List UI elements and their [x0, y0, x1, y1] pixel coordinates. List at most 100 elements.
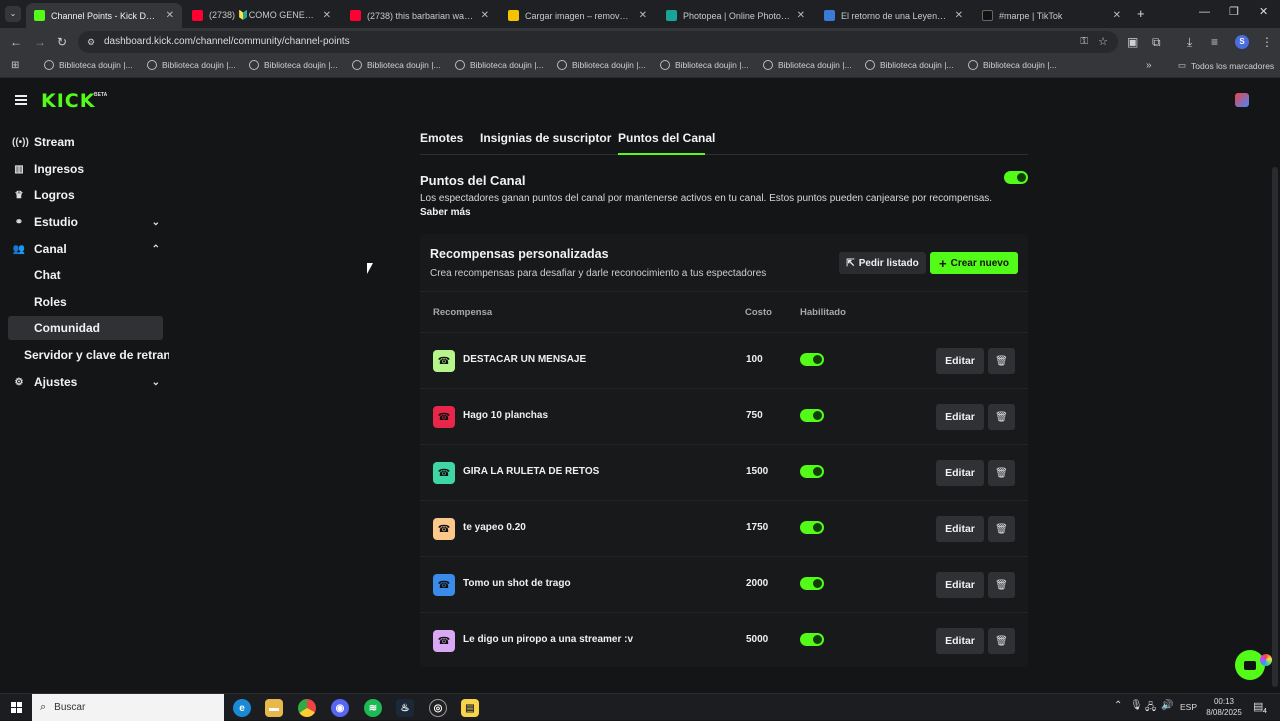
sidebar-sub-comunidad[interactable]: Comunidad [8, 316, 163, 340]
microphone-icon[interactable]: 🎙 [1130, 700, 1143, 711]
tab-groups-icon[interactable]: ▣ [1127, 35, 1138, 49]
browser-tab-kick[interactable]: Channel Points - Kick Dashboard ✕ [26, 3, 182, 28]
browser-tab-youtube-1[interactable]: (2738) 🔰COMO GENERAR EMI... ✕ [184, 3, 339, 28]
create-new-button[interactable]: + Crear nuevo [930, 252, 1018, 274]
channel-points-toggle[interactable] [1004, 171, 1028, 184]
close-tab-icon[interactable]: ✕ [955, 10, 963, 21]
edit-reward-button[interactable]: Editar [936, 404, 984, 430]
trash-icon[interactable]: 🗑 [988, 460, 1015, 486]
reward-enabled-toggle[interactable] [800, 465, 824, 478]
tab-puntos-del-canal[interactable]: Puntos del Canal [618, 131, 715, 145]
sidebar-sub-roles[interactable]: Roles [8, 290, 163, 314]
discord-icon[interactable]: ◉ [331, 699, 349, 717]
obs-icon[interactable]: ◎ [429, 699, 447, 717]
trash-icon[interactable]: 🗑 [988, 516, 1015, 542]
browser-tab-leyenda[interactable]: El retorno de una Leyenda Cap... ✕ [816, 3, 971, 28]
profile-avatar[interactable]: S [1235, 35, 1249, 49]
reload-icon[interactable]: ↻ [57, 35, 67, 49]
browser-tab-youtube-2[interactable]: (2738) this barbarian was trying... ✕ [342, 3, 497, 28]
bookmark-item[interactable]: Biblioteca doujin |... [455, 60, 544, 70]
sidebar-item-logros[interactable]: ♛ Logros [12, 183, 164, 207]
spotify-icon[interactable]: ≋ [364, 699, 382, 717]
trash-icon[interactable]: 🗑 [988, 348, 1015, 374]
steam-icon[interactable]: ♨ [396, 699, 414, 717]
bookmark-item[interactable]: Biblioteca doujin |... [865, 60, 954, 70]
back-icon[interactable]: ← [10, 35, 22, 49]
trash-icon[interactable]: 🗑 [988, 404, 1015, 430]
sidebar-item-ingresos[interactable]: ▥ Ingresos [12, 157, 164, 181]
notification-center-icon[interactable]: ▤ [1253, 700, 1263, 713]
tab-insignias[interactable]: Insignias de suscriptor [480, 131, 611, 145]
bookmark-item[interactable]: Biblioteca doujin |... [44, 60, 133, 70]
apps-grid-icon[interactable]: ⊞ [11, 60, 19, 71]
taskbar-search-input[interactable]: ⌕ Buscar [32, 694, 224, 721]
close-tab-icon[interactable]: ✕ [166, 10, 174, 21]
tab-emotes[interactable]: Emotes [420, 131, 463, 145]
edit-reward-button[interactable]: Editar [936, 460, 984, 486]
bookmark-star-icon[interactable]: ☆ [1098, 31, 1108, 53]
edit-reward-button[interactable]: Editar [936, 572, 984, 598]
hamburger-menu-icon[interactable] [15, 95, 27, 105]
trash-icon[interactable]: 🗑 [988, 572, 1015, 598]
taskbar-clock[interactable]: 00:13 8/08/2025 [1204, 696, 1244, 718]
tab-list-button[interactable]: ⌄ [5, 6, 21, 22]
minimize-window-icon[interactable]: — [1199, 6, 1210, 18]
kick-logo[interactable]: KICK [41, 90, 95, 112]
media-control-icon[interactable]: ≡ [1211, 35, 1218, 49]
bookmark-item[interactable]: Biblioteca doujin |... [660, 60, 749, 70]
browser-tab-tiktok[interactable]: #marpe | TikTok ✕ [974, 3, 1129, 28]
close-tab-icon[interactable]: ✕ [481, 10, 489, 21]
user-avatar[interactable] [1235, 93, 1249, 107]
extensions-icon[interactable]: ⧉ [1152, 35, 1161, 50]
bookmark-item[interactable]: Biblioteca doujin |... [968, 60, 1057, 70]
bookmark-item[interactable]: Biblioteca doujin |... [557, 60, 646, 70]
downloads-icon[interactable]: ⤓ [1187, 35, 1192, 50]
close-tab-icon[interactable]: ✕ [323, 10, 331, 21]
request-list-button[interactable]: ⇱ Pedir listado [839, 252, 926, 274]
close-tab-icon[interactable]: ✕ [797, 10, 805, 21]
reward-enabled-toggle[interactable] [800, 577, 824, 590]
more-bookmarks-icon[interactable]: » [1146, 60, 1152, 71]
reward-enabled-toggle[interactable] [800, 633, 824, 646]
sidebar-item-canal[interactable]: 👥 Canal ⌃ [12, 237, 164, 261]
trash-icon[interactable]: 🗑 [988, 628, 1015, 654]
edge-icon[interactable]: e [233, 699, 251, 717]
bookmark-item[interactable]: Biblioteca doujin |... [249, 60, 338, 70]
sticky-notes-icon[interactable]: ▤ [461, 699, 479, 717]
edit-reward-button[interactable]: Editar [936, 516, 984, 542]
file-explorer-icon[interactable]: ▬ [265, 699, 283, 717]
page-scrollbar[interactable] [1272, 167, 1278, 687]
sidebar-item-stream[interactable]: ((•)) Stream [12, 130, 164, 154]
close-tab-icon[interactable]: ✕ [1113, 10, 1121, 21]
edit-reward-button[interactable]: Editar [936, 628, 984, 654]
browser-tab-removebg[interactable]: Cargar imagen – remove.bg ✕ [500, 3, 655, 28]
forward-icon[interactable]: → [34, 35, 46, 49]
bookmark-item[interactable]: Biblioteca doujin |... [763, 60, 852, 70]
new-tab-icon[interactable]: + [1137, 6, 1145, 21]
sidebar-item-stream-key[interactable]: Servidor y clave de retrans [24, 343, 169, 367]
edit-reward-button[interactable]: Editar [936, 348, 984, 374]
extension-badge-icon[interactable] [1260, 654, 1272, 666]
language-indicator[interactable]: ESP [1180, 702, 1197, 712]
password-key-icon[interactable]: ⚿ [1080, 31, 1088, 53]
learn-more-link[interactable]: Saber más [420, 207, 471, 218]
site-info-icon[interactable]: ⚙ [87, 31, 95, 53]
network-icon[interactable]: 🖧 [1145, 700, 1156, 717]
close-tab-icon[interactable]: ✕ [639, 10, 647, 21]
reward-enabled-toggle[interactable] [800, 521, 824, 534]
sidebar-item-estudio[interactable]: ⚭ Estudio ⌄ [12, 210, 164, 234]
browser-menu-icon[interactable]: ⋮ [1261, 35, 1273, 49]
address-bar[interactable]: ⚙ dashboard.kick.com/channel/community/c… [78, 31, 1118, 53]
sidebar-item-ajustes[interactable]: ⚙ Ajustes ⌄ [12, 370, 164, 394]
browser-tab-photopea[interactable]: Photopea | Online Photo Editor ✕ [658, 3, 813, 28]
bookmark-item[interactable]: Biblioteca doujin |... [147, 60, 236, 70]
volume-icon[interactable]: 🔊 [1161, 700, 1173, 711]
floating-chat-button[interactable] [1235, 650, 1265, 680]
close-window-icon[interactable]: ✕ [1259, 5, 1268, 18]
chrome-icon[interactable] [298, 699, 316, 717]
sidebar-sub-chat[interactable]: Chat [8, 263, 163, 287]
bookmark-item[interactable]: Biblioteca doujin |... [352, 60, 441, 70]
reward-enabled-toggle[interactable] [800, 409, 824, 422]
maximize-window-icon[interactable]: ❐ [1229, 5, 1239, 18]
windows-start-icon[interactable] [11, 702, 22, 713]
